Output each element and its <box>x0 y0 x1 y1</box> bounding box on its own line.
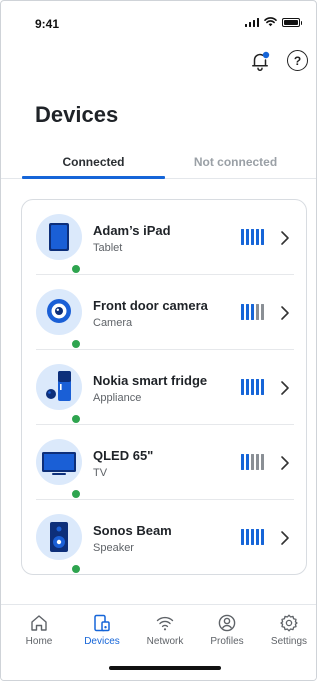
speaker-icon <box>50 522 68 552</box>
signal-bar <box>251 379 254 395</box>
device-avatar <box>36 439 82 499</box>
signal-bar <box>246 379 249 395</box>
camera-icon <box>47 299 71 323</box>
nav-item-network[interactable]: Network <box>135 613 195 647</box>
device-list: Adam’s iPad Tablet Front door camera Cam… <box>21 199 307 575</box>
device-type: Appliance <box>93 392 142 404</box>
phone-screen: 9:41 ? Devices Connected Not connected A… <box>0 0 317 681</box>
tv-icon <box>42 452 76 475</box>
online-status-dot <box>71 564 81 574</box>
chevron-right-icon[interactable] <box>280 230 290 246</box>
signal-bar <box>246 454 249 470</box>
nav-item-settings[interactable]: Settings <box>259 613 316 647</box>
signal-strength-bars <box>241 229 264 245</box>
page-title: Devices <box>35 102 119 127</box>
nav-label: Home <box>25 636 53 647</box>
signal-bar <box>251 529 254 545</box>
device-type: TV <box>93 467 108 479</box>
signal-bar <box>246 229 249 245</box>
battery-icon <box>282 17 302 27</box>
home-indicator <box>109 666 221 670</box>
chevron-right-icon[interactable] <box>280 455 290 471</box>
device-avatar <box>36 289 82 349</box>
devices-icon <box>94 614 110 632</box>
nav-item-devices[interactable]: Devices <box>72 613 132 647</box>
device-type: Camera <box>93 317 133 329</box>
status-bar: 9:41 <box>1 1 316 41</box>
signal-bar <box>251 454 254 470</box>
signal-strength-bars <box>241 304 264 320</box>
active-tab-indicator <box>22 176 165 179</box>
device-name: Adam’s iPad <box>93 223 171 238</box>
signal-bar <box>246 304 249 320</box>
signal-bar <box>241 304 244 320</box>
chevron-right-icon[interactable] <box>280 305 290 321</box>
online-status-dot <box>71 414 81 424</box>
wifi-icon <box>156 616 174 631</box>
fridge-icon <box>46 371 71 401</box>
nav-item-profiles[interactable]: Profiles <box>197 613 257 647</box>
tab-not-connected[interactable]: Not connected <box>164 155 307 169</box>
signal-bar <box>246 529 249 545</box>
signal-bar <box>261 229 264 245</box>
device-row-nokia-smart-fridge[interactable]: Nokia smart fridge Appliance <box>36 350 294 425</box>
signal-bar <box>261 454 264 470</box>
device-avatar <box>36 214 82 274</box>
device-row-front-door-camera[interactable]: Front door camera Camera <box>36 275 294 350</box>
nav-label: Devices <box>84 636 120 647</box>
profile-icon <box>218 614 236 632</box>
device-name: Front door camera <box>93 298 208 313</box>
nav-label: Settings <box>270 636 308 647</box>
signal-bar <box>241 229 244 245</box>
wifi-status-icon <box>264 17 277 27</box>
device-name: Nokia smart fridge <box>93 373 208 388</box>
online-status-dot <box>71 489 81 499</box>
signal-bar <box>261 304 264 320</box>
cellular-signal-icon <box>244 17 259 27</box>
signal-bar <box>241 379 244 395</box>
nav-item-home[interactable]: Home <box>9 613 69 647</box>
device-row-adams-ipad[interactable]: Adam’s iPad Tablet <box>36 200 294 275</box>
online-status-dot <box>71 264 81 274</box>
help-icon[interactable]: ? <box>287 50 308 71</box>
notifications-bell-icon[interactable] <box>248 49 272 73</box>
signal-bar <box>241 529 244 545</box>
device-tabs: Connected Not connected <box>1 149 316 179</box>
signal-bar <box>261 529 264 545</box>
device-avatar <box>36 364 82 424</box>
signal-strength-bars <box>241 379 264 395</box>
device-avatar <box>36 514 82 574</box>
status-time: 9:41 <box>35 17 60 31</box>
signal-bar <box>256 304 259 320</box>
device-name: QLED 65" <box>93 448 154 463</box>
home-icon <box>31 615 47 631</box>
help-icon-glyph: ? <box>293 53 302 68</box>
signal-bar <box>256 229 259 245</box>
device-name: Sonos Beam <box>93 523 172 538</box>
device-type: Speaker <box>93 542 134 554</box>
nav-label: Network <box>146 636 184 647</box>
tablet-icon <box>49 223 69 251</box>
device-type: Tablet <box>93 242 123 254</box>
signal-bar <box>256 454 259 470</box>
status-icons <box>244 17 302 27</box>
signal-bar <box>251 229 254 245</box>
signal-bar <box>256 379 259 395</box>
nav-label: Profiles <box>210 636 244 647</box>
signal-bar <box>256 529 259 545</box>
signal-bar <box>261 379 264 395</box>
tab-connected[interactable]: Connected <box>22 155 165 169</box>
device-row-qled-tv[interactable]: QLED 65" TV <box>36 425 294 500</box>
signal-bar <box>251 304 254 320</box>
gear-icon <box>280 614 298 632</box>
online-status-dot <box>71 339 81 349</box>
signal-strength-bars <box>241 529 264 545</box>
chevron-right-icon[interactable] <box>280 530 290 546</box>
chevron-right-icon[interactable] <box>280 380 290 396</box>
device-row-sonos-beam[interactable]: Sonos Beam Speaker <box>36 500 294 575</box>
signal-bar <box>241 454 244 470</box>
signal-strength-bars <box>241 454 264 470</box>
